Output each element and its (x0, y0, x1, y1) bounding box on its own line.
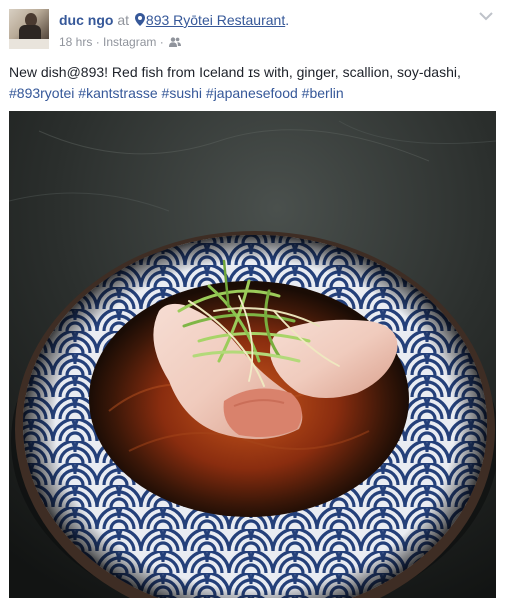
post-meta-line: 18 hrs · Instagram · (59, 33, 289, 50)
post-message: New dish@893! Red fish from Iceland ɪs w… (9, 62, 489, 104)
post-message-text: New dish@893! Red fish from Iceland ɪs w… (9, 64, 461, 80)
hashtag-link[interactable]: #berlin (302, 85, 344, 101)
hashtag-link[interactable]: #893ryotei (9, 85, 74, 101)
hashtag-link[interactable]: #sushi (162, 85, 202, 101)
meta-separator: · (92, 34, 104, 49)
feed-post: duc ngo at 893 Ryōtei Restaurant. 18 hrs… (0, 0, 505, 605)
post-header-text: duc ngo at 893 Ryōtei Restaurant. 18 hrs… (59, 11, 289, 50)
post-source[interactable]: Instagram (103, 35, 156, 49)
hashtag-list: #893ryotei #kantstrasse #sushi #japanese… (9, 85, 344, 101)
hashtag-link[interactable]: #japanesefood (206, 85, 298, 101)
hashtag-link[interactable]: #kantstrasse (78, 85, 157, 101)
author-name-link[interactable]: duc ngo (59, 12, 113, 28)
place-suffix: . (285, 12, 290, 28)
friends-icon[interactable] (169, 37, 182, 47)
chevron-down-icon[interactable] (479, 11, 493, 21)
post-title-line: duc ngo at 893 Ryōtei Restaurant. (59, 11, 289, 29)
post-photo[interactable] (9, 111, 496, 598)
post-header: duc ngo at 893 Ryōtei Restaurant. 18 hrs… (9, 9, 496, 51)
meta-separator-2: · (156, 34, 168, 49)
post-timestamp[interactable]: 18 hrs (59, 35, 92, 49)
location-pin-icon (134, 13, 145, 26)
at-text: at (117, 12, 130, 28)
author-avatar[interactable] (9, 9, 49, 49)
place-link[interactable]: 893 Ryōtei Restaurant (146, 12, 285, 28)
dish-photo-illustration (9, 111, 496, 598)
